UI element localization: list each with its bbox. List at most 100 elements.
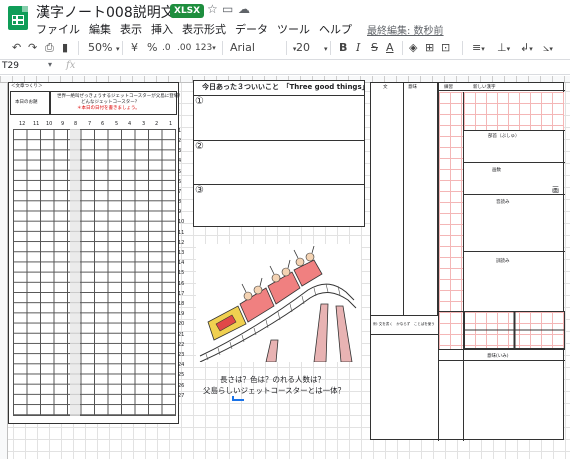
- text-wrap-icon[interactable]: ↲▾: [520, 38, 533, 58]
- kunyomi-row[interactable]: 訓読み: [464, 251, 565, 311]
- toolbar-divider: [462, 41, 463, 55]
- col-number: 6: [101, 121, 105, 127]
- cloud-status-icon[interactable]: ☁: [238, 2, 250, 16]
- topic-label-box: 本日のお題: [10, 91, 50, 115]
- row-number: 19: [178, 311, 185, 317]
- menu-bar: ファイル 編集 表示 挿入 表示形式 データ ツール ヘルプ 最終編集: 数秒前: [36, 21, 444, 37]
- bold-button[interactable]: B: [339, 38, 347, 58]
- col-number: 5: [115, 121, 119, 127]
- right-header-row: 練習 新しい漢字: [438, 83, 565, 91]
- zoom-select[interactable]: 50% ▾: [88, 38, 119, 58]
- menu-insert[interactable]: 挿入: [151, 21, 173, 37]
- file-format-badge: XLSX: [170, 4, 205, 18]
- row-number: 4: [178, 158, 182, 164]
- italic-button[interactable]: I: [356, 38, 360, 58]
- row-number: 9: [178, 209, 182, 215]
- kunyomi-label: 訓読み: [496, 259, 510, 264]
- radical-row[interactable]: 部首（ぶしゅ）: [464, 130, 565, 162]
- radical-label: 部首（ぶしゅ）: [488, 134, 520, 139]
- meaning-label: 意味(いみ): [487, 354, 509, 359]
- text-color-button[interactable]: A: [386, 38, 394, 58]
- good-thing-row-3[interactable]: ③: [194, 184, 364, 226]
- sheets-logo-icon[interactable]: [8, 6, 28, 30]
- good-thing-number: ③: [195, 185, 204, 196]
- text-column[interactable]: 文: [371, 83, 404, 315]
- kanji-cross-box: [464, 311, 565, 349]
- toolbar: ↶ ↷ ⎙ ▮ 50% ▾ ¥ % .0 .00 123▾ Arial ▾ 20 ▾…: [0, 38, 570, 58]
- star-icon[interactable]: ☆: [207, 2, 218, 16]
- menu-view[interactable]: 表示: [120, 21, 142, 37]
- row-number: 22: [178, 342, 185, 348]
- last-edit-link[interactable]: 最終編集: 数秒前: [367, 22, 444, 37]
- coaster-question-2: 父島らしいジェットコースターとは一体？: [203, 386, 346, 395]
- redo-icon[interactable]: ↷: [28, 38, 37, 58]
- col-number: 11: [33, 121, 40, 127]
- undo-icon[interactable]: ↶: [12, 38, 21, 58]
- example-label: 例: 文を書く かならず ことばを使う: [373, 322, 435, 326]
- coaster-question-1: 長さは？色は？のれる人数は？: [220, 375, 325, 384]
- composition-sheet: ＜文章つくり＞ 本日のお題 世界一絶叫ぜっきょうするジェットコースターが父島に登…: [8, 82, 183, 424]
- col-number: 10: [46, 121, 53, 127]
- merge-cells-icon[interactable]: ⊡: [441, 38, 450, 58]
- selected-cell-marker[interactable]: [232, 396, 244, 401]
- col-number: 12: [19, 121, 26, 127]
- stroke-count-label: 画数: [492, 168, 501, 173]
- borders-icon[interactable]: ⊞: [425, 38, 434, 58]
- meaning-column[interactable]: 意味: [404, 83, 438, 315]
- toolbar-divider: [286, 41, 287, 55]
- menu-data[interactable]: データ: [235, 21, 268, 37]
- stroke-count-row[interactable]: 画数 画: [464, 162, 565, 194]
- new-kanji-grid[interactable]: [464, 92, 564, 130]
- title-bar: 漢字ノート008説明文要約 XLSX ☆ ▭ ☁ ファイル 編集 表示 挿入 表…: [0, 0, 570, 37]
- row-number: 23: [178, 352, 185, 358]
- fill-color-icon[interactable]: ◈: [409, 38, 417, 58]
- menu-tools[interactable]: ツール: [277, 21, 310, 37]
- move-folder-icon[interactable]: ▭: [222, 2, 233, 16]
- toolbar-divider: [222, 41, 223, 55]
- percent-button[interactable]: %: [147, 38, 157, 58]
- more-formats-button[interactable]: 123▾: [195, 38, 216, 58]
- menu-format[interactable]: 表示形式: [182, 21, 226, 37]
- good-thing-row-2[interactable]: ②: [194, 140, 364, 185]
- example-row[interactable]: 例: 文を書く かならず ことばを使う: [371, 315, 438, 335]
- row-number: 12: [178, 240, 185, 246]
- name-box[interactable]: T29: [2, 61, 19, 71]
- row-number: 5: [178, 169, 182, 175]
- bottom-practice-grid-1[interactable]: [439, 311, 463, 349]
- sheet-grid[interactable]: ＜文章つくり＞ 本日のお題 世界一絶叫ぜっきょうするジェットコースターが父島に登…: [0, 76, 570, 459]
- name-box-dropdown-icon[interactable]: ▾: [48, 60, 52, 69]
- onyomi-row[interactable]: 音読み: [464, 194, 565, 251]
- font-size-select[interactable]: 20 ▾: [296, 38, 328, 58]
- horizontal-align-icon[interactable]: ≡▾: [472, 38, 485, 58]
- good-thing-row-1[interactable]: ①: [194, 95, 364, 141]
- menu-help[interactable]: ヘルプ: [319, 21, 352, 37]
- row-number: 27: [178, 393, 185, 399]
- topic-label: 本日のお題: [15, 100, 38, 105]
- row-number: 16: [178, 281, 185, 287]
- row-headers[interactable]: [0, 83, 8, 459]
- topic-prompt-box: 世界一絶叫ぜっきょうするジェットコースターが父島に登場！ どんなジェットコースタ…: [50, 91, 183, 115]
- meaning-row[interactable]: 意味(いみ): [439, 349, 565, 361]
- strikethrough-button[interactable]: S: [371, 38, 378, 58]
- menu-file[interactable]: ファイル: [36, 21, 80, 37]
- col-number: 4: [128, 121, 132, 127]
- currency-button[interactable]: ¥: [131, 38, 138, 58]
- increase-decimal-button[interactable]: .00: [177, 38, 191, 58]
- text-rotation-icon[interactable]: ⦣▾: [543, 38, 553, 58]
- paint-format-icon[interactable]: ▮: [62, 38, 68, 58]
- row-number: 18: [178, 301, 185, 307]
- kanji-practice-grid[interactable]: [439, 92, 463, 312]
- print-icon[interactable]: ⎙: [45, 38, 54, 58]
- formula-bar: T29 ▾ fx: [0, 59, 570, 75]
- manuscript-grid[interactable]: [13, 129, 176, 416]
- vertical-align-icon[interactable]: ⊥▾: [497, 38, 510, 58]
- three-good-things-box: 今日あった３ついいこと 「Three good things」 ① ② ③: [193, 80, 369, 227]
- decrease-decimal-button[interactable]: .0: [162, 38, 171, 58]
- row-number: 17: [178, 291, 185, 297]
- menu-edit[interactable]: 編集: [89, 21, 111, 37]
- row-number: 15: [178, 270, 185, 276]
- new-kanji-column-label: 新しい漢字: [473, 85, 496, 90]
- topic-prompt-line-3: ＊本日の日付を書きましょう。: [77, 106, 140, 111]
- row-number: 10: [178, 219, 185, 225]
- practice-column-label: 練習: [444, 85, 453, 90]
